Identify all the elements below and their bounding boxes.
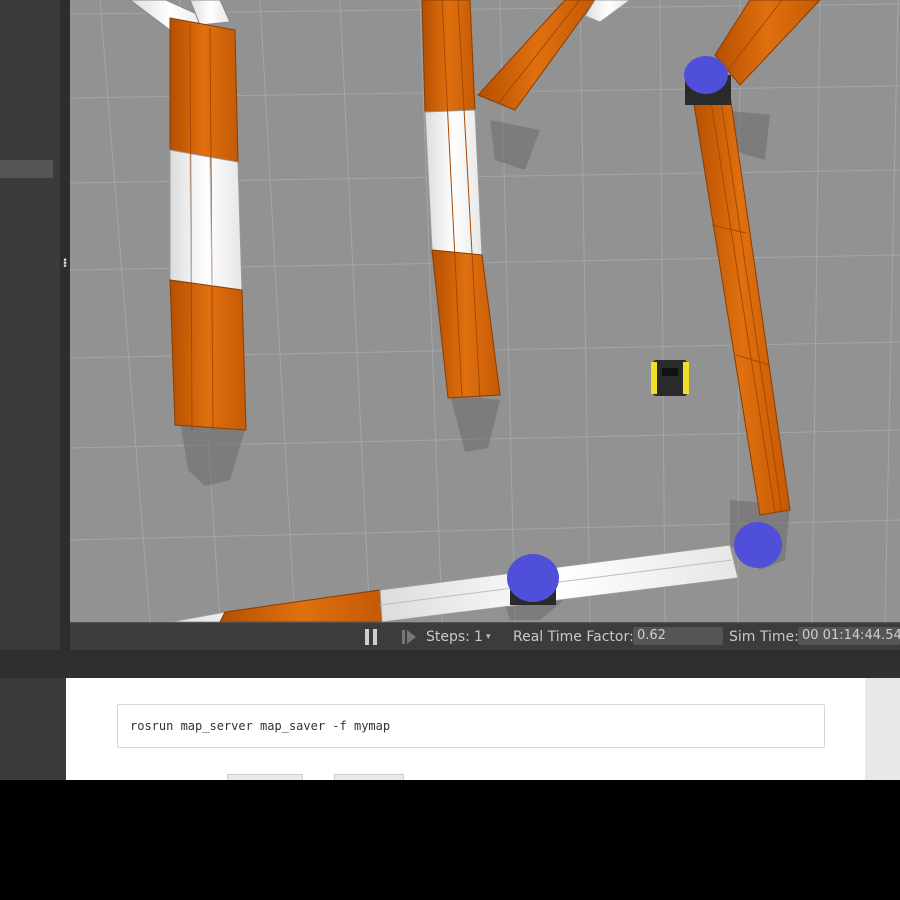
left-side-panel	[0, 0, 61, 650]
robot	[651, 360, 689, 396]
black-area	[0, 780, 900, 900]
gazebo-3d-viewport[interactable]	[70, 0, 900, 622]
sim-time-label: Sim Time:	[729, 629, 799, 645]
pause-icon[interactable]	[365, 629, 379, 645]
simulation-toolbar: Steps: 1 ▾ Real Time Factor: 0.62 Sim Ti…	[70, 622, 900, 651]
splitter-grip-icon[interactable]: • • •	[62, 257, 68, 272]
steps-value[interactable]: 1	[474, 629, 483, 645]
real-time-factor-field: 0.62	[633, 627, 723, 645]
step-icon[interactable]	[402, 629, 416, 645]
screen: • • • Steps: 1 ▾ Real Time Factor: 0.62 …	[0, 0, 900, 900]
sim-time-field: 00 01:14:44.546	[798, 627, 900, 645]
dropdown-arrow-icon[interactable]: ▾	[486, 632, 491, 642]
panel-tab[interactable]	[0, 160, 53, 178]
background-right	[865, 678, 900, 780]
background-left	[0, 678, 66, 780]
real-time-factor-label: Real Time Factor:	[513, 629, 634, 645]
window-border-strip	[0, 650, 900, 678]
document-page: rosrun map_server map_saver -f mymap	[66, 678, 865, 780]
steps-label: Steps:	[426, 629, 470, 645]
code-block[interactable]: rosrun map_server map_saver -f mymap	[117, 704, 825, 748]
panel-splitter[interactable]: • • •	[60, 0, 70, 650]
scene-svg	[70, 0, 900, 622]
